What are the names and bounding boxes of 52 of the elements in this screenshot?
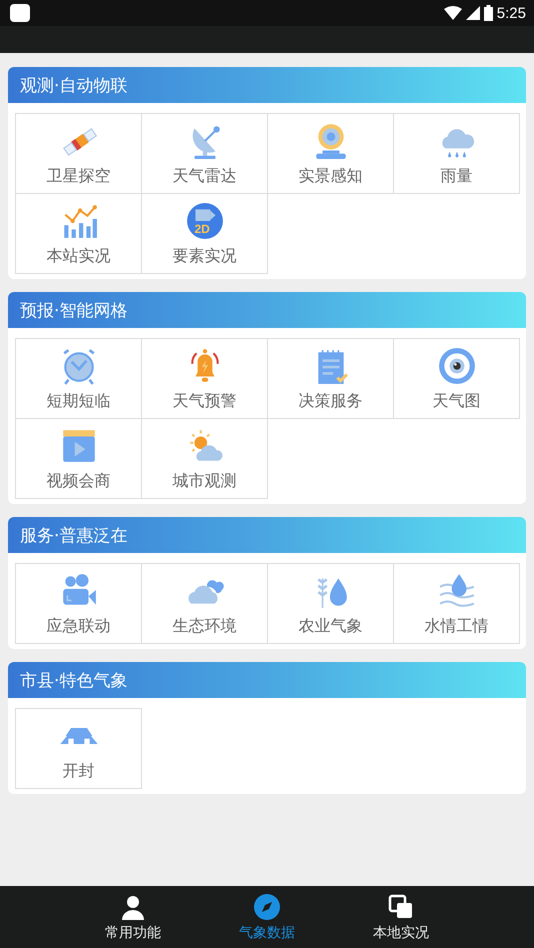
tile-label: 城市观测 bbox=[172, 471, 236, 492]
tile-label: 雨量 bbox=[440, 166, 472, 187]
tile-label: 应急联动 bbox=[46, 616, 110, 637]
overlapping-squares-icon bbox=[388, 894, 414, 920]
person-icon bbox=[120, 894, 146, 920]
city-gate-icon bbox=[60, 728, 98, 744]
tile-label: 决策服务 bbox=[298, 391, 362, 412]
tile-label: 天气预警 bbox=[172, 391, 236, 412]
battery-icon bbox=[484, 5, 493, 21]
feature-tile[interactable]: 短期短临 bbox=[15, 338, 142, 419]
feature-tile[interactable]: 应急联动 bbox=[15, 563, 142, 644]
tile-label: 天气图 bbox=[432, 391, 480, 412]
tile-label: 天气雷达 bbox=[172, 166, 236, 187]
section-title: 预报·智能网格 bbox=[19, 300, 128, 322]
feature-tile[interactable]: 实景感知 bbox=[267, 113, 394, 194]
tile-label: 开封 bbox=[62, 761, 94, 782]
feature-tile[interactable]: 农业气象 bbox=[267, 563, 394, 644]
feature-tile[interactable]: 雨量 bbox=[393, 113, 520, 194]
feature-tile[interactable]: 城市观测 bbox=[141, 418, 268, 499]
section-title: 服务·普惠泛在 bbox=[19, 524, 128, 546]
icon-caption: 2D bbox=[194, 222, 210, 236]
tile-label: 卫星探空 bbox=[46, 166, 110, 187]
nav-tab[interactable]: 本地实况 bbox=[334, 886, 468, 948]
nav-tab[interactable]: 常用功能 bbox=[66, 886, 200, 948]
feature-tile[interactable]: 视频会商 bbox=[15, 418, 142, 499]
signal-icon bbox=[466, 6, 480, 20]
feature-tile[interactable]: 决策服务 bbox=[267, 338, 394, 419]
tile-label: 要素实况 bbox=[172, 246, 236, 267]
eye-circle-icon bbox=[438, 347, 476, 385]
clock-time: 5:25 bbox=[496, 4, 526, 22]
feature-tile[interactable]: 开封 bbox=[15, 708, 142, 789]
nav-tab[interactable]: 气象数据 bbox=[200, 886, 334, 948]
feature-tile[interactable]: 本站实况 bbox=[15, 193, 142, 274]
section-title: 市县·特色气象 bbox=[19, 670, 128, 692]
app-notification-icon bbox=[10, 4, 30, 22]
tile-label: 短期短临 bbox=[46, 391, 110, 412]
tile-label: 水情工情 bbox=[424, 616, 488, 637]
tile-label: 生态环境 bbox=[172, 616, 236, 637]
section-title: 观测·自动物联 bbox=[19, 74, 128, 96]
feature-tile[interactable]: 生态环境 bbox=[141, 563, 268, 644]
compass-icon bbox=[254, 894, 280, 920]
wifi-icon bbox=[444, 6, 462, 20]
tile-label: 农业气象 bbox=[298, 616, 362, 637]
feature-tile[interactable]: 卫星探空 bbox=[15, 113, 142, 194]
water-waves-icon bbox=[438, 572, 476, 610]
feature-tile[interactable]: 水情工情 bbox=[393, 563, 520, 644]
feature-tile[interactable]: 2D 要素实况 bbox=[141, 193, 268, 274]
tile-label: 实景感知 bbox=[298, 166, 362, 187]
feature-tile[interactable]: 天气图 bbox=[393, 338, 520, 419]
tile-label: 视频会商 bbox=[46, 471, 110, 492]
tile-label: 本站实况 bbox=[46, 246, 110, 267]
video-circle-icon bbox=[186, 202, 224, 240]
